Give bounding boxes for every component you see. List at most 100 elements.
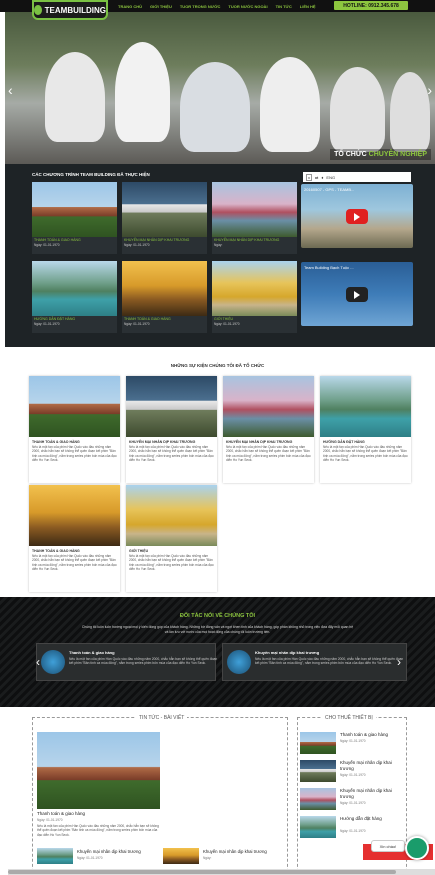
program-card[interactable]: KHUYẾN MẠI NHÂN DỊP KHAI TRƯƠNG Ngày: 01-… (122, 182, 207, 254)
news-main-image[interactable] (37, 732, 160, 809)
event-card[interactable]: KHUYẾN MẠI NHÂN DỊP KHAI TRƯƠNG Nếu là mộ… (223, 376, 314, 483)
rent-thumb[interactable] (300, 732, 336, 754)
video-1[interactable]: 20160507 - GPS - TEAMB... (301, 184, 413, 248)
program-card[interactable]: HƯỚNG DẪN ĐẶT HÀNG Ngày: 01-01-1970 (32, 261, 117, 333)
event-image[interactable] (223, 376, 314, 437)
hero-next-icon[interactable]: › (427, 82, 432, 98)
program-image[interactable] (212, 261, 297, 316)
event-title[interactable]: THANH TOÁN & GIAO HÀNG (29, 437, 120, 445)
lang-label[interactable]: ENG (326, 175, 335, 180)
event-title[interactable]: HƯỚNG DẪN ĐẶT HÀNG (320, 437, 411, 445)
event-image[interactable] (126, 485, 217, 546)
site-logo[interactable]: TEAMBUILDING (32, 0, 108, 20)
event-title[interactable]: THANH TOÁN & GIAO HÀNG (29, 546, 120, 554)
toggle-icon[interactable]: ⇄ (315, 175, 318, 180)
rent-item[interactable]: Khuyến mại nhân dịp khai trương Ngày: 01-… (300, 788, 406, 810)
news-item-title[interactable]: Khuyến mại nhân dịp khai trương (77, 849, 141, 854)
event-desc: Nếu là một fan của phim Hàn Quốc vào đầu… (129, 554, 214, 571)
news-thumb[interactable] (163, 848, 199, 864)
logo-icon (34, 5, 42, 15)
play-icon[interactable] (346, 209, 368, 224)
news-main-title[interactable]: Thanh toán & giao hàng (37, 811, 85, 816)
news-section: TIN TỨC - BÀI VIẾT Thanh toán & giao hàn… (32, 715, 288, 875)
program-image[interactable] (32, 261, 117, 316)
event-desc: Nếu là một fan của phim Hàn Quốc vào đầu… (323, 445, 408, 462)
program-image[interactable] (122, 182, 207, 237)
program-image[interactable] (212, 182, 297, 237)
news-item-title[interactable]: Khuyến mại nhân dịp khai trương (203, 849, 267, 854)
news-thumb[interactable] (37, 848, 73, 864)
mic-icon[interactable]: ♦ (321, 175, 323, 180)
program-card[interactable]: KHUYẾN MẠI NHÂN DỊP KHAI TRƯƠNG Ngày: (212, 182, 297, 254)
rent-item-title[interactable]: Hướng dẫn đặt hàng (340, 816, 406, 822)
scrollbar-thumb[interactable] (8, 870, 396, 874)
main-nav: TRANG CHỦ GIỚI THIỆU TUOR TRONG NƯỚC TUOR N… (118, 0, 316, 12)
event-card[interactable]: GIỚI THIỆU Nếu là một fan của phim Hàn Qu… (126, 485, 217, 592)
logo-text: TEAMBUILDING (44, 5, 106, 15)
partners-subtitle: Chúng tôi luôn luôn hướng ngoại mọi ý ki… (81, 625, 354, 634)
horizontal-scrollbar[interactable] (8, 869, 435, 875)
partners-next-icon[interactable]: › (397, 655, 401, 669)
video-title: 20160507 - GPS - TEAMB... (304, 187, 355, 192)
event-image[interactable] (126, 376, 217, 437)
hero-caption-highlight: CHUYÊN NGHIỆP (368, 151, 427, 158)
program-card[interactable]: GIỚI THIỆU Ngày: 01-01-1970 (212, 261, 297, 333)
rent-item-title[interactable]: Thanh toán & giao hàng (340, 732, 406, 738)
event-card[interactable]: KHUYẾN MẠI NHÂN DỊP KHAI TRƯƠNG Nếu là mộ… (126, 376, 217, 483)
nav-item[interactable]: TIN TỨC (276, 4, 292, 9)
event-desc: Nếu là một fan của phim Hàn Quốc vào đầu… (32, 554, 117, 571)
event-image[interactable] (320, 376, 411, 437)
avatar (41, 650, 65, 674)
program-card[interactable]: THANH TOÁN & GIAO HÀNG Ngày: 01-01-1970 (32, 182, 117, 254)
rent-item[interactable]: Khuyến mại nhân dịp khai trương Ngày: 01-… (300, 760, 406, 782)
programs-section: CÁC CHƯƠNG TRÌNH TEAM BUILDING ĐÃ THỰC H… (5, 164, 435, 347)
hero-prev-icon[interactable]: ‹ (8, 82, 13, 98)
rent-item[interactable]: Thanh toán & giao hàng Ngày: 01-01-1970 (300, 732, 406, 754)
event-image[interactable] (29, 485, 120, 546)
play-icon[interactable] (346, 287, 368, 302)
hotline-badge[interactable]: HOTLINE: 0912.345.678 (334, 1, 408, 10)
program-date: Ngày: 01-01-1970 (34, 322, 60, 326)
rent-item-date: Ngày: 01-01-1970 (340, 829, 366, 833)
news-title: TIN TỨC - BÀI VIẾT (136, 715, 188, 721)
program-image[interactable] (122, 261, 207, 316)
partner-name: Khuyến mại nhân dịp khai trương (255, 650, 320, 655)
rent-thumb[interactable] (300, 816, 336, 838)
chat-bubble[interactable]: Xin chào! (371, 840, 405, 852)
nav-item[interactable]: TUOR TRONG NƯỚC (180, 4, 221, 9)
nav-item[interactable]: GIỚI THIỆU (150, 4, 172, 9)
programs-title: CÁC CHƯƠNG TRÌNH TEAM BUILDING ĐÃ THỰC H… (32, 172, 150, 177)
hero-caption: TỔ CHỨC CHUYÊN NGHIỆP (330, 149, 431, 160)
event-title[interactable]: KHUYẾN MẠI NHÂN DỊP KHAI TRƯƠNG (126, 437, 217, 445)
language-bar: x ⇄ ♦ ENG (303, 172, 411, 182)
event-title[interactable]: KHUYẾN MẠI NHÂN DỊP KHAI TRƯƠNG (223, 437, 314, 445)
program-card[interactable]: THANH TOÁN & GIAO HÀNG Ngày: 01-01-1970 (122, 261, 207, 333)
partners-prev-icon[interactable]: ‹ (36, 655, 40, 669)
partner-card[interactable]: Thanh toán & giao hàng Nếu là một fan củ… (36, 643, 217, 681)
event-card[interactable]: HƯỚNG DẪN ĐẶT HÀNG Nếu là một fan của phi… (320, 376, 411, 483)
nav-item[interactable]: TRANG CHỦ (118, 4, 142, 9)
nav-item[interactable]: LIÊN HỆ (300, 4, 316, 9)
program-image[interactable] (32, 182, 117, 237)
rent-thumb[interactable] (300, 760, 336, 782)
rent-item-title[interactable]: Khuyến mại nhân dịp khai trương (340, 760, 406, 772)
event-card[interactable]: THANH TOÁN & GIAO HÀNG Nếu là một fan của… (29, 376, 120, 483)
event-card[interactable]: THANH TOÁN & GIAO HÀNG Nếu là một fan của… (29, 485, 120, 592)
rent-thumb[interactable] (300, 788, 336, 810)
partner-name: Thanh toán & giao hàng (69, 650, 115, 655)
partner-card[interactable]: Khuyến mại nhân dịp khai trương Nếu là m… (222, 643, 407, 681)
events-title: NHỮNG SỰ KIỆN CHÚNG TÔI ĐÃ TỔ CHỨC (170, 363, 265, 368)
rent-item[interactable]: Hướng dẫn đặt hàng Ngày: 01-01-1970 (300, 816, 406, 838)
program-date: Ngày: 01-01-1970 (214, 322, 240, 326)
video-2[interactable]: Team Building Bạch Tuộc ... (301, 262, 413, 326)
hero-slider[interactable]: ‹ › TỔ CHỨC CHUYÊN NGHIỆP (5, 12, 435, 164)
rent-item-date: Ngày: 01-01-1970 (340, 773, 366, 777)
nav-item[interactable]: TUOR NƯỚC NGOÀI (228, 4, 267, 9)
close-icon[interactable]: x (306, 173, 312, 181)
chat-icon[interactable] (405, 836, 429, 860)
rent-item-title[interactable]: Khuyến mại nhân dịp khai trương (340, 788, 406, 800)
news-main-desc: Nếu là một fan của phim Hàn Quốc vào đầu… (37, 824, 159, 837)
hero-caption-prefix: TỔ CHỨC (334, 151, 367, 158)
event-image[interactable] (29, 376, 120, 437)
event-title[interactable]: GIỚI THIỆU (126, 546, 217, 554)
